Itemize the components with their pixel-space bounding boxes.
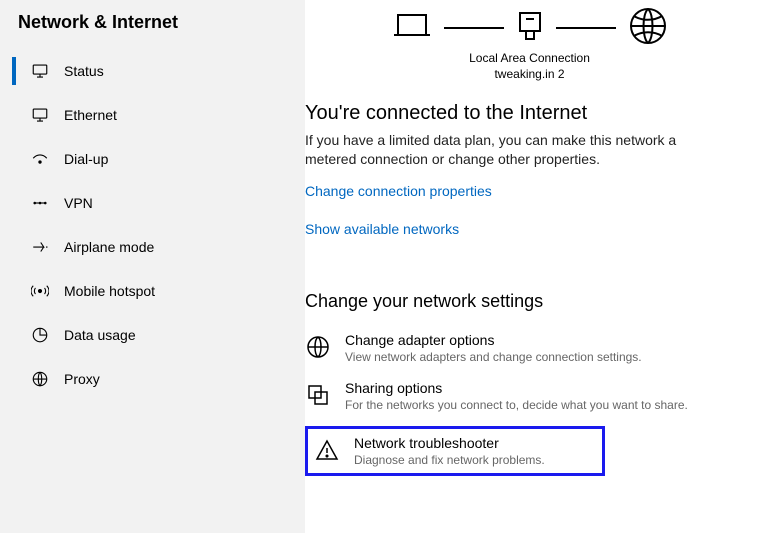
active-indicator: [12, 57, 16, 85]
vpn-icon: [30, 193, 50, 213]
sidebar-item-proxy[interactable]: Proxy: [0, 357, 305, 401]
ethernet-icon: [30, 105, 50, 125]
sidebar-item-label: Airplane mode: [64, 239, 154, 255]
option-title: Change adapter options: [345, 332, 642, 348]
sidebar-item-label: Data usage: [64, 327, 136, 343]
option-subtitle: View network adapters and change connect…: [345, 350, 642, 364]
option-title: Sharing options: [345, 380, 688, 396]
diagram-line: [444, 27, 504, 29]
adapter-icon: [305, 334, 331, 360]
sidebar-item-datausage[interactable]: Data usage: [0, 313, 305, 357]
connected-body: If you have a limited data plan, you can…: [305, 131, 715, 169]
link-change-connection-properties[interactable]: Change connection properties: [305, 183, 492, 199]
router-icon: [516, 9, 544, 46]
network-diagram: [305, 6, 754, 49]
main-content: Local Area Connection tweaking.in 2 You'…: [305, 0, 764, 533]
diagram-caption: Local Area Connection tweaking.in 2: [305, 51, 754, 82]
sidebar-item-label: Proxy: [64, 371, 100, 387]
sidebar-item-ethernet[interactable]: Ethernet: [0, 93, 305, 137]
connected-heading: You're connected to the Internet: [305, 102, 754, 125]
sharing-icon: [305, 382, 331, 408]
sidebar-item-label: Status: [64, 63, 104, 79]
option-troubleshooter[interactable]: Network troubleshooter Diagnose and fix …: [314, 433, 596, 469]
option-title: Network troubleshooter: [354, 435, 545, 451]
highlight-box: Network troubleshooter Diagnose and fix …: [305, 426, 605, 476]
sidebar-item-label: Dial-up: [64, 151, 108, 167]
link-show-available-networks[interactable]: Show available networks: [305, 221, 459, 237]
warning-icon: [314, 437, 340, 463]
diagram-line: [556, 27, 616, 29]
option-sharing[interactable]: Sharing options For the networks you con…: [305, 374, 754, 422]
sidebar-item-label: Ethernet: [64, 107, 117, 123]
hotspot-icon: [30, 281, 50, 301]
sidebar-item-airplane[interactable]: Airplane mode: [0, 225, 305, 269]
option-change-adapter[interactable]: Change adapter options View network adap…: [305, 326, 754, 374]
data-usage-icon: [30, 325, 50, 345]
sidebar-item-hotspot[interactable]: Mobile hotspot: [0, 269, 305, 313]
option-subtitle: Diagnose and fix network problems.: [354, 453, 545, 467]
proxy-icon: [30, 369, 50, 389]
globe-icon: [628, 6, 668, 49]
change-settings-heading: Change your network settings: [305, 291, 754, 312]
option-subtitle: For the networks you connect to, decide …: [345, 398, 688, 412]
sidebar-item-label: VPN: [64, 195, 93, 211]
dialup-icon: [30, 149, 50, 169]
sidebar-item-vpn[interactable]: VPN: [0, 181, 305, 225]
status-icon: [30, 61, 50, 81]
sidebar-title: Network & Internet: [0, 8, 305, 49]
pc-icon: [392, 9, 432, 46]
sidebar-item-dialup[interactable]: Dial-up: [0, 137, 305, 181]
sidebar: Network & Internet Status Ethernet Dial-…: [0, 0, 305, 533]
airplane-icon: [30, 237, 50, 257]
sidebar-item-label: Mobile hotspot: [64, 283, 155, 299]
sidebar-item-status[interactable]: Status: [0, 49, 305, 93]
